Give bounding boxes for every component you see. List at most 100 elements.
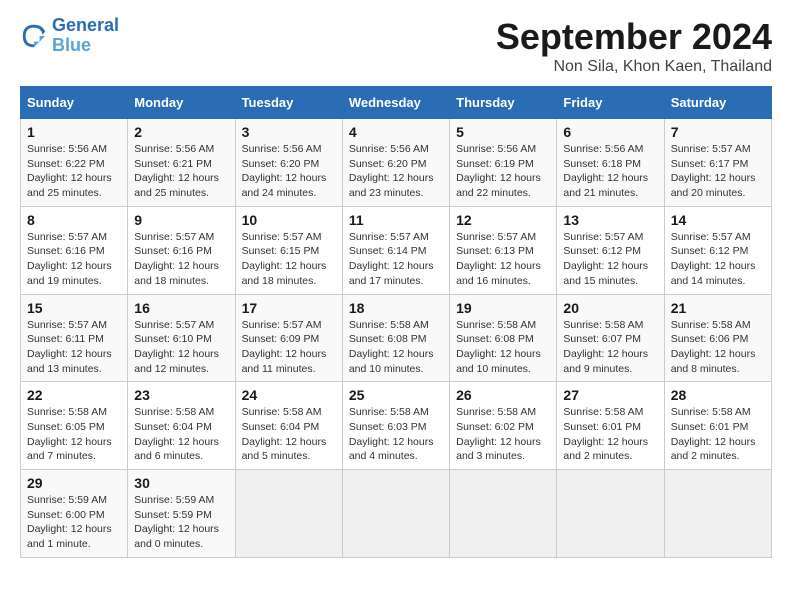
day-cell: 10 Sunrise: 5:57 AM Sunset: 6:15 PM Dayli… xyxy=(235,206,342,294)
day-number: 13 xyxy=(563,212,657,228)
day-info: Sunrise: 5:58 AM Sunset: 6:04 PM Dayligh… xyxy=(242,405,336,464)
day-number: 30 xyxy=(134,475,228,491)
day-info: Sunrise: 5:56 AM Sunset: 6:20 PM Dayligh… xyxy=(242,142,336,201)
day-info: Sunrise: 5:59 AM Sunset: 6:00 PM Dayligh… xyxy=(27,493,121,552)
day-cell: 9 Sunrise: 5:57 AM Sunset: 6:16 PM Daylig… xyxy=(128,206,235,294)
day-info: Sunrise: 5:58 AM Sunset: 6:04 PM Dayligh… xyxy=(134,405,228,464)
day-info: Sunrise: 5:57 AM Sunset: 6:13 PM Dayligh… xyxy=(456,230,550,289)
calendar-table: SundayMondayTuesdayWednesdayThursdayFrid… xyxy=(20,86,772,558)
day-info: Sunrise: 5:57 AM Sunset: 6:17 PM Dayligh… xyxy=(671,142,765,201)
day-number: 21 xyxy=(671,300,765,316)
day-cell: 22 Sunrise: 5:58 AM Sunset: 6:05 PM Dayli… xyxy=(21,382,128,470)
day-cell: 8 Sunrise: 5:57 AM Sunset: 6:16 PM Daylig… xyxy=(21,206,128,294)
day-number: 23 xyxy=(134,387,228,403)
day-cell: 18Sunrise: 5:58 AM Sunset: 6:08 PM Dayli… xyxy=(342,294,449,382)
header-row: SundayMondayTuesdayWednesdayThursdayFrid… xyxy=(21,87,772,119)
day-info: Sunrise: 5:57 AM Sunset: 6:12 PM Dayligh… xyxy=(671,230,765,289)
day-cell: 25 Sunrise: 5:58 AM Sunset: 6:03 PM Dayli… xyxy=(342,382,449,470)
day-info: Sunrise: 5:58 AM Sunset: 6:02 PM Dayligh… xyxy=(456,405,550,464)
day-cell xyxy=(342,470,449,558)
day-number: 25 xyxy=(349,387,443,403)
title-section: September 2024 Non Sila, Khon Kaen, Thai… xyxy=(496,16,772,76)
day-cell: 13 Sunrise: 5:57 AM Sunset: 6:12 PM Dayli… xyxy=(557,206,664,294)
day-number: 8 xyxy=(27,212,121,228)
day-cell: 1 Sunrise: 5:56 AM Sunset: 6:22 PM Daylig… xyxy=(21,119,128,207)
day-info: Sunrise: 5:56 AM Sunset: 6:22 PM Dayligh… xyxy=(27,142,121,201)
day-info: Sunrise: 5:58 AM Sunset: 6:01 PM Dayligh… xyxy=(671,405,765,464)
header-cell-saturday: Saturday xyxy=(664,87,771,119)
day-number: 26 xyxy=(456,387,550,403)
header-cell-wednesday: Wednesday xyxy=(342,87,449,119)
day-cell: 5 Sunrise: 5:56 AM Sunset: 6:19 PM Daylig… xyxy=(450,119,557,207)
week-row: 22 Sunrise: 5:58 AM Sunset: 6:05 PM Dayli… xyxy=(21,382,772,470)
day-info: Sunrise: 5:58 AM Sunset: 6:05 PM Dayligh… xyxy=(27,405,121,464)
day-number: 6 xyxy=(563,124,657,140)
day-cell: 11 Sunrise: 5:57 AM Sunset: 6:14 PM Dayli… xyxy=(342,206,449,294)
day-cell: 28 Sunrise: 5:58 AM Sunset: 6:01 PM Dayli… xyxy=(664,382,771,470)
day-number: 18 xyxy=(349,300,443,316)
logo-icon xyxy=(20,22,48,50)
day-number: 12 xyxy=(456,212,550,228)
day-cell: 21 Sunrise: 5:58 AM Sunset: 6:06 PM Dayli… xyxy=(664,294,771,382)
day-info: Sunrise: 5:57 AM Sunset: 6:09 PM Dayligh… xyxy=(242,318,336,377)
week-row: 15Sunrise: 5:57 AM Sunset: 6:11 PM Dayli… xyxy=(21,294,772,382)
header-cell-sunday: Sunday xyxy=(21,87,128,119)
day-info: Sunrise: 5:58 AM Sunset: 6:08 PM Dayligh… xyxy=(456,318,550,377)
day-number: 9 xyxy=(134,212,228,228)
day-cell: 29Sunrise: 5:59 AM Sunset: 6:00 PM Dayli… xyxy=(21,470,128,558)
week-row: 1 Sunrise: 5:56 AM Sunset: 6:22 PM Daylig… xyxy=(21,119,772,207)
day-cell: 14 Sunrise: 5:57 AM Sunset: 6:12 PM Dayli… xyxy=(664,206,771,294)
day-cell: 19 Sunrise: 5:58 AM Sunset: 6:08 PM Dayli… xyxy=(450,294,557,382)
header-cell-friday: Friday xyxy=(557,87,664,119)
day-info: Sunrise: 5:57 AM Sunset: 6:14 PM Dayligh… xyxy=(349,230,443,289)
day-info: Sunrise: 5:56 AM Sunset: 6:20 PM Dayligh… xyxy=(349,142,443,201)
day-cell: 20 Sunrise: 5:58 AM Sunset: 6:07 PM Dayli… xyxy=(557,294,664,382)
day-cell xyxy=(235,470,342,558)
day-number: 1 xyxy=(27,124,121,140)
day-info: Sunrise: 5:56 AM Sunset: 6:19 PM Dayligh… xyxy=(456,142,550,201)
logo-text: GeneralBlue xyxy=(52,16,119,56)
day-cell xyxy=(557,470,664,558)
day-number: 28 xyxy=(671,387,765,403)
day-number: 27 xyxy=(563,387,657,403)
day-info: Sunrise: 5:56 AM Sunset: 6:21 PM Dayligh… xyxy=(134,142,228,201)
day-cell: 17Sunrise: 5:57 AM Sunset: 6:09 PM Dayli… xyxy=(235,294,342,382)
day-number: 7 xyxy=(671,124,765,140)
day-number: 5 xyxy=(456,124,550,140)
location-title: Non Sila, Khon Kaen, Thailand xyxy=(496,58,772,76)
day-number: 10 xyxy=(242,212,336,228)
week-row: 8 Sunrise: 5:57 AM Sunset: 6:16 PM Daylig… xyxy=(21,206,772,294)
day-cell: 3Sunrise: 5:56 AM Sunset: 6:20 PM Daylig… xyxy=(235,119,342,207)
header: GeneralBlue September 2024 Non Sila, Kho… xyxy=(20,16,772,76)
day-cell: 7 Sunrise: 5:57 AM Sunset: 6:17 PM Daylig… xyxy=(664,119,771,207)
day-number: 16 xyxy=(134,300,228,316)
day-cell: 16Sunrise: 5:57 AM Sunset: 6:10 PM Dayli… xyxy=(128,294,235,382)
day-info: Sunrise: 5:58 AM Sunset: 6:06 PM Dayligh… xyxy=(671,318,765,377)
day-info: Sunrise: 5:57 AM Sunset: 6:12 PM Dayligh… xyxy=(563,230,657,289)
day-cell: 30 Sunrise: 5:59 AM Sunset: 5:59 PM Dayli… xyxy=(128,470,235,558)
day-number: 24 xyxy=(242,387,336,403)
logo: GeneralBlue xyxy=(20,16,119,56)
month-title: September 2024 xyxy=(496,16,772,58)
day-info: Sunrise: 5:58 AM Sunset: 6:03 PM Dayligh… xyxy=(349,405,443,464)
day-number: 19 xyxy=(456,300,550,316)
day-number: 22 xyxy=(27,387,121,403)
day-info: Sunrise: 5:56 AM Sunset: 6:18 PM Dayligh… xyxy=(563,142,657,201)
day-info: Sunrise: 5:59 AM Sunset: 5:59 PM Dayligh… xyxy=(134,493,228,552)
day-cell: 24 Sunrise: 5:58 AM Sunset: 6:04 PM Dayli… xyxy=(235,382,342,470)
day-info: Sunrise: 5:57 AM Sunset: 6:16 PM Dayligh… xyxy=(27,230,121,289)
day-number: 11 xyxy=(349,212,443,228)
day-info: Sunrise: 5:58 AM Sunset: 6:07 PM Dayligh… xyxy=(563,318,657,377)
day-number: 15 xyxy=(27,300,121,316)
day-info: Sunrise: 5:57 AM Sunset: 6:16 PM Dayligh… xyxy=(134,230,228,289)
day-cell: 12 Sunrise: 5:57 AM Sunset: 6:13 PM Dayli… xyxy=(450,206,557,294)
day-cell: 27Sunrise: 5:58 AM Sunset: 6:01 PM Dayli… xyxy=(557,382,664,470)
day-cell: 6 Sunrise: 5:56 AM Sunset: 6:18 PM Daylig… xyxy=(557,119,664,207)
day-cell: 2 Sunrise: 5:56 AM Sunset: 6:21 PM Daylig… xyxy=(128,119,235,207)
day-cell xyxy=(664,470,771,558)
day-info: Sunrise: 5:57 AM Sunset: 6:15 PM Dayligh… xyxy=(242,230,336,289)
day-number: 14 xyxy=(671,212,765,228)
day-cell: 4Sunrise: 5:56 AM Sunset: 6:20 PM Daylig… xyxy=(342,119,449,207)
day-number: 20 xyxy=(563,300,657,316)
day-number: 2 xyxy=(134,124,228,140)
